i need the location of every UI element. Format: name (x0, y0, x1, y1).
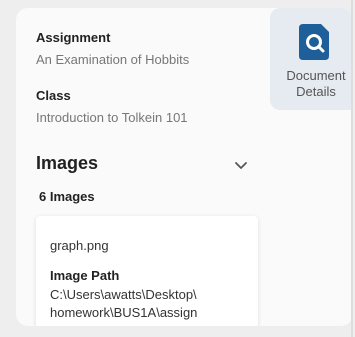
document-details-label-line2: Details (296, 84, 336, 99)
document-search-icon (299, 24, 329, 60)
image-path-line1: C:\Users\awatts\Desktop\ (50, 287, 197, 302)
document-details-label-line1: Document (286, 68, 346, 83)
assignment-value: An Examination of Hobbits (36, 52, 190, 67)
image-path-value: C:\Users\awatts\Desktop\ homework\BUS1A\… (50, 286, 254, 322)
class-value: Introduction to Tolkein 101 (36, 110, 188, 125)
chevron-down-icon[interactable] (234, 161, 248, 171)
document-details-button[interactable]: Document Details (270, 8, 353, 110)
class-label: Class (36, 88, 71, 103)
images-section-title: Images (36, 153, 99, 173)
image-path-line2: homework\BUS1A\assign (50, 305, 198, 320)
image-file-name: graph.png (50, 238, 109, 253)
images-count: 6 Images (39, 189, 95, 204)
document-details-label: Document Details (270, 68, 353, 100)
image-path-label: Image Path (50, 268, 120, 283)
assignment-details-panel: Assignment An Examination of Hobbits Cla… (16, 8, 353, 326)
assignment-label: Assignment (36, 30, 111, 45)
image-card[interactable]: graph.png Image Path C:\Users\awatts\Des… (36, 216, 258, 326)
scrollbar[interactable] (351, 0, 353, 337)
